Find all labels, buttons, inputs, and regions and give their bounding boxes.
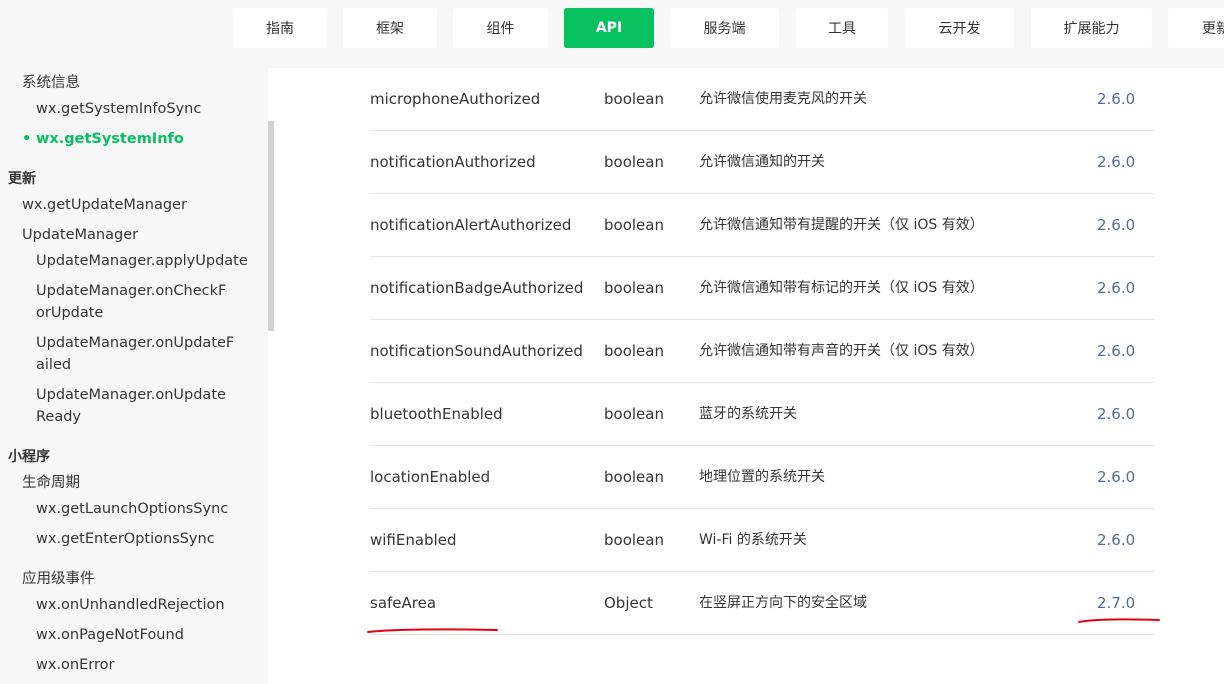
annotation-underline-name: [367, 628, 498, 633]
nav-guide[interactable]: 指南: [233, 8, 327, 48]
property-min-version[interactable]: 2.6.0: [1097, 68, 1135, 131]
property-type: boolean: [604, 90, 664, 108]
property-min-version[interactable]: 2.6.0: [1097, 383, 1135, 446]
nav-cloud[interactable]: 云开发: [905, 8, 1014, 48]
property-description: 允许微信通知带有提醒的开关（仅 iOS 有效）: [699, 217, 984, 233]
sidebar: 系统信息 wx.getSystemInfoSync • wx.getSystemI…: [0, 68, 268, 684]
property-description: 允许微信使用麦克风的开关: [699, 91, 867, 107]
sidebar-item-onupdatefailed[interactable]: UpdateManager.onUpdateFailed: [36, 332, 236, 376]
sidebar-section-update[interactable]: 更新: [8, 168, 36, 190]
sidebar-item-onunhandledrejection[interactable]: wx.onUnhandledRejection: [36, 594, 241, 616]
property-min-version[interactable]: 2.6.0: [1097, 446, 1135, 509]
table-row: wifiEnabled boolean Wi-Fi 的系统开关 2.6.0: [370, 509, 1154, 572]
table-row: locationEnabled boolean 地理位置的系统开关 2.6.0: [370, 446, 1154, 509]
annotation-underline-version: [1078, 618, 1160, 623]
property-description: 允许微信通知带有标记的开关（仅 iOS 有效）: [699, 280, 984, 296]
sidebar-item-getsysteminfo[interactable]: • wx.getSystemInfo: [22, 128, 184, 150]
nav-api[interactable]: API: [564, 8, 654, 48]
property-min-version[interactable]: 2.6.0: [1097, 320, 1135, 383]
sidebar-item-app-events[interactable]: 应用级事件: [22, 568, 95, 590]
property-name: wifiEnabled: [370, 531, 457, 549]
nav-updates[interactable]: 更新: [1168, 8, 1224, 48]
property-description: 蓝牙的系统开关: [699, 406, 797, 422]
table-row: notificationAlertAuthorized boolean 允许微信通知…: [370, 194, 1154, 257]
property-type: boolean: [604, 342, 664, 360]
property-description: Wi-Fi 的系统开关: [699, 532, 807, 548]
property-description: 允许微信通知带有声音的开关（仅 iOS 有效）: [699, 343, 984, 359]
sidebar-item-getlaunchoptionssync[interactable]: wx.getLaunchOptionsSync: [36, 498, 241, 520]
nav-server[interactable]: 服务端: [670, 8, 779, 48]
property-type: boolean: [604, 468, 664, 486]
sidebar-scrollbar[interactable]: [268, 121, 274, 331]
sidebar-item-oncheckforupdate[interactable]: UpdateManager.onCheckForUpdate: [36, 280, 232, 324]
active-bullet-icon: •: [22, 131, 32, 147]
property-name: notificationBadgeAuthorized: [370, 279, 584, 297]
sidebar-item-updatemanager[interactable]: UpdateManager: [22, 224, 138, 246]
property-description: 地理位置的系统开关: [699, 469, 825, 485]
property-name: notificationAuthorized: [370, 153, 536, 171]
table-row: microphoneAuthorized boolean 允许微信使用麦克风的开关 2…: [370, 68, 1154, 131]
sidebar-item-getenteroptionssync[interactable]: wx.getEnterOptionsSync: [36, 528, 241, 550]
sidebar-item-getsysteminfosync[interactable]: wx.getSystemInfoSync: [36, 98, 241, 120]
property-name: notificationAlertAuthorized: [370, 216, 572, 234]
property-description: 在竖屏正方向下的安全区域: [699, 595, 867, 611]
property-type: boolean: [604, 405, 664, 423]
table-row: notificationBadgeAuthorized boolean 允许微信通知…: [370, 257, 1154, 320]
sidebar-item-lifecycle[interactable]: 生命周期: [22, 472, 80, 494]
nav-extensions[interactable]: 扩展能力: [1031, 8, 1152, 48]
table-row: notificationSoundAuthorized boolean 允许微信通知…: [370, 320, 1154, 383]
nav-framework[interactable]: 框架: [343, 8, 437, 48]
property-type: boolean: [604, 153, 664, 171]
property-name: locationEnabled: [370, 468, 491, 486]
property-type: boolean: [604, 216, 664, 234]
property-name: bluetoothEnabled: [370, 405, 503, 423]
sidebar-item-applyupdate[interactable]: UpdateManager.applyUpdate: [36, 250, 248, 272]
sidebar-section-miniprogram[interactable]: 小程序: [8, 446, 50, 468]
table-row: notificationAuthorized boolean 允许微信通知的开关 2.…: [370, 131, 1154, 194]
property-min-version[interactable]: 2.6.0: [1097, 131, 1135, 194]
sidebar-item-getupdatemanager[interactable]: wx.getUpdateManager: [22, 194, 187, 216]
property-type: Object: [604, 594, 653, 612]
property-min-version[interactable]: 2.6.0: [1097, 509, 1135, 572]
sidebar-item-onpagenotfound[interactable]: wx.onPageNotFound: [36, 624, 241, 646]
property-description: 允许微信通知的开关: [699, 154, 825, 170]
property-type: boolean: [604, 279, 664, 297]
sidebar-item-onupdateready[interactable]: UpdateManager.onUpdateReady: [36, 384, 234, 428]
nav-components[interactable]: 组件: [453, 8, 548, 48]
table-row: bluetoothEnabled boolean 蓝牙的系统开关 2.6.0: [370, 383, 1154, 446]
property-name: notificationSoundAuthorized: [370, 342, 583, 360]
nav-tools[interactable]: 工具: [796, 8, 888, 48]
property-name: microphoneAuthorized: [370, 90, 541, 108]
sidebar-item-onerror[interactable]: wx.onError: [36, 654, 241, 676]
property-min-version[interactable]: 2.6.0: [1097, 194, 1135, 257]
sidebar-item-system-info[interactable]: 系统信息: [22, 72, 80, 94]
top-nav: 指南 框架 组件 API 服务端 工具 云开发 扩展能力 更新: [0, 0, 1224, 68]
property-type: boolean: [604, 531, 664, 549]
property-min-version[interactable]: 2.6.0: [1097, 257, 1135, 320]
sidebar-item-label: wx.getSystemInfo: [36, 131, 184, 147]
